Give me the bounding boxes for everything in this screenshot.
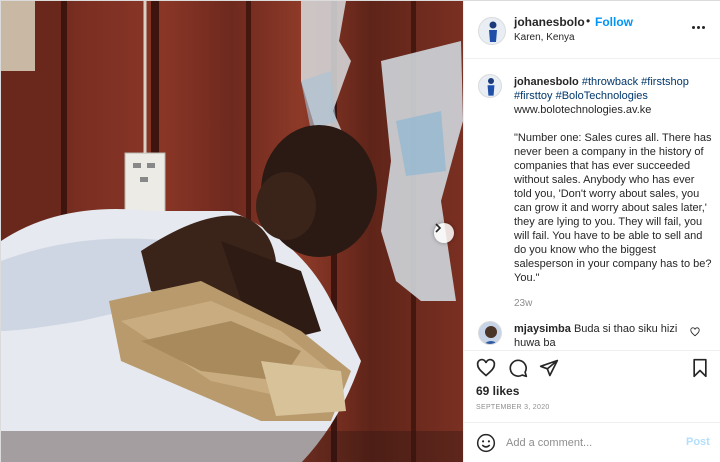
hashtag-link[interactable]: #BoloTechnologies bbox=[556, 90, 648, 102]
caption-timestamp[interactable]: 23w bbox=[514, 297, 714, 311]
comment-like-heart-icon[interactable] bbox=[690, 327, 700, 337]
post-photo[interactable] bbox=[1, 1, 463, 462]
caption-avatar[interactable] bbox=[478, 74, 502, 98]
website-text: www.bolotechnologies.av.ke bbox=[514, 104, 652, 116]
post-caption: johanesbolo #throwback #firstshop #first… bbox=[514, 75, 714, 311]
hashtag-link[interactable]: #firstshop bbox=[641, 76, 689, 88]
commenter-avatar[interactable] bbox=[478, 321, 502, 345]
comments-section: johanesbolo #throwback #firstshop #first… bbox=[464, 60, 720, 349]
heart-icon[interactable] bbox=[476, 358, 496, 378]
bookmark-icon[interactable] bbox=[691, 358, 709, 378]
post-comment-button[interactable]: Post bbox=[686, 436, 710, 448]
follow-button[interactable]: Follow bbox=[595, 15, 633, 29]
likes-count[interactable]: 69 likes bbox=[476, 384, 519, 398]
emoji-icon[interactable] bbox=[476, 433, 496, 453]
caption-username[interactable]: johanesbolo bbox=[514, 76, 579, 88]
hashtag-link[interactable]: #throwback bbox=[582, 76, 638, 88]
post-header: johanesbolo • Follow Karen, Kenya bbox=[464, 1, 720, 59]
post-author-username[interactable]: johanesbolo bbox=[514, 15, 585, 29]
chevron-right-icon bbox=[435, 223, 442, 233]
add-comment-bar: Post bbox=[464, 422, 720, 462]
avatar-figure-icon bbox=[487, 78, 495, 96]
comment-icon[interactable] bbox=[508, 358, 528, 378]
carousel-next-button[interactable] bbox=[434, 223, 454, 243]
post-date[interactable]: SEPTEMBER 3, 2020 bbox=[476, 404, 550, 411]
separator-dot: • bbox=[586, 14, 591, 28]
avatar-figure-icon bbox=[489, 21, 497, 42]
more-options-icon[interactable] bbox=[692, 19, 710, 35]
post-side-panel: johanesbolo • Follow Karen, Kenya johane… bbox=[463, 1, 720, 462]
avatar-photo-icon bbox=[484, 326, 498, 344]
comment-item: mjaysimba Buda si thao siku hizi huwa ba bbox=[514, 322, 682, 349]
photo-illustration bbox=[1, 1, 463, 462]
caption-quote: "Number one: Sales cures all. There has … bbox=[514, 132, 712, 284]
add-comment-input[interactable] bbox=[506, 435, 676, 451]
hashtag-link[interactable]: #firsttoy bbox=[514, 90, 553, 102]
instagram-post: johanesbolo • Follow Karen, Kenya johane… bbox=[0, 0, 720, 462]
post-location[interactable]: Karen, Kenya bbox=[514, 32, 575, 43]
avatar[interactable] bbox=[478, 17, 506, 45]
commenter-username[interactable]: mjaysimba bbox=[514, 323, 571, 335]
paper-plane-icon[interactable] bbox=[539, 358, 559, 378]
